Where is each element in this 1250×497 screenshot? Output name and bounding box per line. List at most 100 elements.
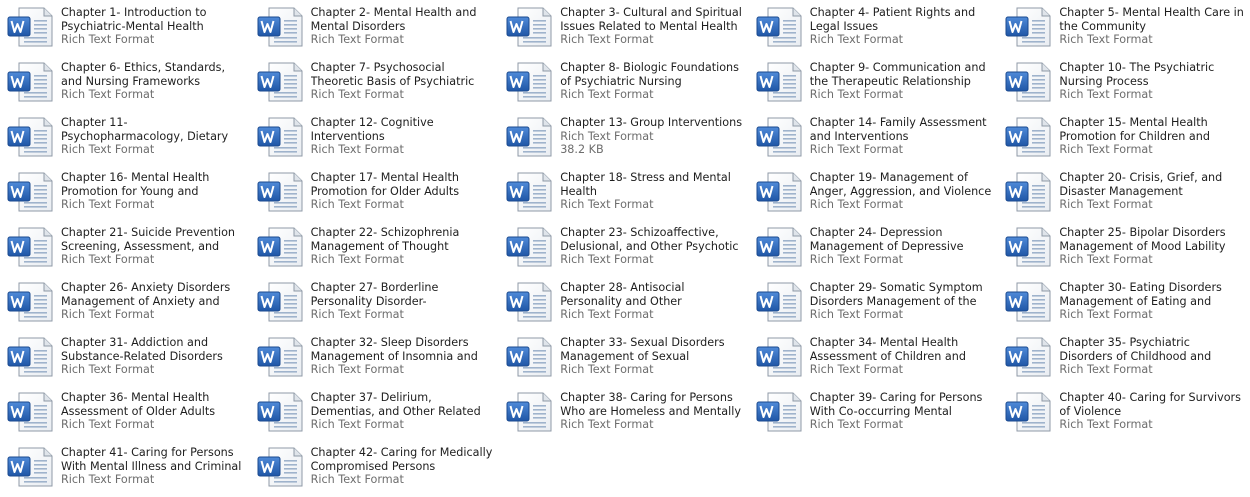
file-item[interactable]: Chapter 20- Crisis, Grief, and Disaster … <box>998 167 1248 222</box>
file-type: Rich Text Format <box>310 143 404 156</box>
file-name: Chapter 29- Somatic Symptom Disorders Ma… <box>809 281 983 308</box>
word-document-icon <box>756 282 804 322</box>
word-document-icon <box>506 337 554 377</box>
file-item[interactable]: Chapter 40- Caring for Survivors of Viol… <box>998 387 1248 442</box>
file-name: Chapter 6- Ethics, Standards, and Nursin… <box>61 61 226 88</box>
file-item[interactable]: Chapter 35- Psychiatric Disorders of Chi… <box>998 332 1248 387</box>
file-type: Rich Text Format <box>310 418 404 431</box>
file-size: 38.2 KB <box>560 143 604 156</box>
file-type: Rich Text Format <box>1059 363 1153 376</box>
file-type: Rich Text Format <box>560 198 654 211</box>
file-item[interactable]: Chapter 7- Psychosocial Theoretic Basis … <box>250 57 500 112</box>
file-item[interactable]: Chapter 28- Antisocial Personality and O… <box>499 277 749 332</box>
word-document-icon <box>1005 172 1053 212</box>
file-name: Chapter 24- Depression Management of Dep… <box>809 226 964 253</box>
file-item[interactable]: Chapter 39- Caring for Persons With Co-o… <box>749 387 999 442</box>
file-name: Chapter 21- Suicide Prevention Screening… <box>61 226 236 253</box>
word-document-icon <box>1005 392 1053 432</box>
word-document-icon <box>506 282 554 322</box>
file-type: Rich Text Format <box>560 33 654 46</box>
file-item[interactable]: Chapter 26- Anxiety Disorders Management… <box>0 277 250 332</box>
file-item[interactable]: Chapter 31- Addiction and Substance-Rela… <box>0 332 250 387</box>
file-item[interactable]: Chapter 32- Sleep Disorders Management o… <box>250 332 500 387</box>
file-item[interactable]: Chapter 18- Stress and Mental Health Ric… <box>499 167 749 222</box>
file-name: Chapter 13- Group Interventions <box>560 116 743 129</box>
file-name: Chapter 5- Mental Health Care in the Com… <box>1059 6 1244 33</box>
file-name: Chapter 26- Anxiety Disorders Management… <box>61 281 231 308</box>
file-item[interactable]: Chapter 17- Mental Health Promotion for … <box>250 167 500 222</box>
file-item[interactable]: Chapter 34- Mental Health Assessment of … <box>749 332 999 387</box>
file-name: Chapter 27- Borderline Personality Disor… <box>310 281 439 308</box>
word-document-icon <box>257 337 305 377</box>
file-item[interactable]: Chapter 24- Depression Management of Dep… <box>749 222 999 277</box>
file-item[interactable]: Chapter 2- Mental Health and Mental Diso… <box>250 2 500 57</box>
file-name: Chapter 32- Sleep Disorders Management o… <box>310 336 478 363</box>
word-document-icon <box>1005 227 1053 267</box>
file-item[interactable]: Chapter 15- Mental Health Promotion for … <box>998 112 1248 167</box>
file-name: Chapter 28- Antisocial Personality and O… <box>560 281 685 308</box>
file-type: Rich Text Format <box>310 308 404 321</box>
file-name: Chapter 2- Mental Health and Mental Diso… <box>310 6 477 33</box>
file-name: Chapter 8- Biologic Foundations of Psych… <box>560 61 739 88</box>
file-item[interactable]: Chapter 9- Communication and the Therape… <box>749 57 999 112</box>
file-item[interactable]: Chapter 38- Caring for Persons Who are H… <box>499 387 749 442</box>
file-name: Chapter 17- Mental Health Promotion for … <box>310 171 460 198</box>
file-item[interactable]: Chapter 6- Ethics, Standards, and Nursin… <box>0 57 250 112</box>
file-item[interactable]: Chapter 8- Biologic Foundations of Psych… <box>499 57 749 112</box>
file-item[interactable]: Chapter 1- Introduction to Psychiatric-M… <box>0 2 250 57</box>
file-item[interactable]: Chapter 41- Caring for Persons With Ment… <box>0 442 250 497</box>
file-item[interactable]: Chapter 36- Mental Health Assessment of … <box>0 387 250 442</box>
file-name: Chapter 18- Stress and Mental Health <box>560 171 731 198</box>
file-item[interactable]: Chapter 12- Cognitive Interventions Rich… <box>250 112 500 167</box>
word-document-icon <box>7 392 55 432</box>
file-name: Chapter 38- Caring for Persons Who are H… <box>560 391 741 418</box>
word-document-icon <box>7 227 55 267</box>
file-item[interactable]: Chapter 27- Borderline Personality Disor… <box>250 277 500 332</box>
file-item[interactable]: Chapter 16- Mental Health Promotion for … <box>0 167 250 222</box>
file-item[interactable]: Chapter 13- Group Interventions Rich Tex… <box>499 112 749 167</box>
file-item[interactable]: Chapter 19- Management of Anger, Aggress… <box>749 167 999 222</box>
file-type: Rich Text Format <box>61 198 155 211</box>
file-item[interactable]: Chapter 3- Cultural and Spiritual Issues… <box>499 2 749 57</box>
word-document-icon <box>7 62 55 102</box>
file-type: Rich Text Format <box>310 363 404 376</box>
file-name: Chapter 42- Caring for Medically Comprom… <box>310 446 493 473</box>
word-document-icon <box>756 172 804 212</box>
file-name: Chapter 41- Caring for Persons With Ment… <box>61 446 242 473</box>
file-item[interactable]: Chapter 23- Schizoaffective, Delusional,… <box>499 222 749 277</box>
file-type: Rich Text Format <box>310 33 404 46</box>
file-item[interactable]: Chapter 29- Somatic Symptom Disorders Ma… <box>749 277 999 332</box>
file-item[interactable]: Chapter 5- Mental Health Care in the Com… <box>998 2 1248 57</box>
word-document-icon <box>1005 337 1053 377</box>
word-document-icon <box>257 117 305 157</box>
file-type: Rich Text Format <box>809 418 904 431</box>
file-item[interactable]: Chapter 42- Caring for Medically Comprom… <box>250 442 500 497</box>
file-type: Rich Text Format <box>310 88 404 101</box>
file-item[interactable]: Chapter 21- Suicide Prevention Screening… <box>0 222 250 277</box>
file-item[interactable]: Chapter 11- Psychopharmacology, Dietary … <box>0 112 250 167</box>
file-item[interactable]: Chapter 10- The Psychiatric Nursing Proc… <box>998 57 1248 112</box>
word-document-icon <box>7 117 55 157</box>
file-item[interactable]: Chapter 25- Bipolar Disorders Management… <box>998 222 1248 277</box>
file-item[interactable]: Chapter 22- Schizophrenia Management of … <box>250 222 500 277</box>
file-type: Rich Text Format <box>310 473 404 486</box>
file-item[interactable]: Chapter 14- Family Assessment and Interv… <box>749 112 999 167</box>
word-document-icon <box>756 62 804 102</box>
file-type: Rich Text Format <box>560 88 654 101</box>
file-item[interactable]: Chapter 33- Sexual Disorders Management … <box>499 332 749 387</box>
file-item[interactable]: Chapter 4- Patient Rights and Legal Issu… <box>749 2 999 57</box>
file-name: Chapter 20- Crisis, Grief, and Disaster … <box>1059 171 1223 198</box>
file-name: Chapter 31- Addiction and Substance-Rela… <box>61 336 223 363</box>
file-item[interactable]: Chapter 37- Delirium, Dementias, and Oth… <box>250 387 500 442</box>
file-name: Chapter 14- Family Assessment and Interv… <box>809 116 987 143</box>
file-type: Rich Text Format <box>1059 198 1153 211</box>
file-type: Rich Text Format <box>560 418 654 431</box>
word-document-icon <box>7 172 55 212</box>
file-name: Chapter 10- The Psychiatric Nursing Proc… <box>1059 61 1215 88</box>
file-type: Rich Text Format <box>61 33 155 46</box>
file-type: Rich Text Format <box>809 88 904 101</box>
word-document-icon <box>1005 282 1053 322</box>
file-item[interactable]: Chapter 30- Eating Disorders Management … <box>998 277 1248 332</box>
file-name: Chapter 3- Cultural and Spiritual Issues… <box>560 6 742 33</box>
file-type: Rich Text Format <box>1059 143 1153 156</box>
